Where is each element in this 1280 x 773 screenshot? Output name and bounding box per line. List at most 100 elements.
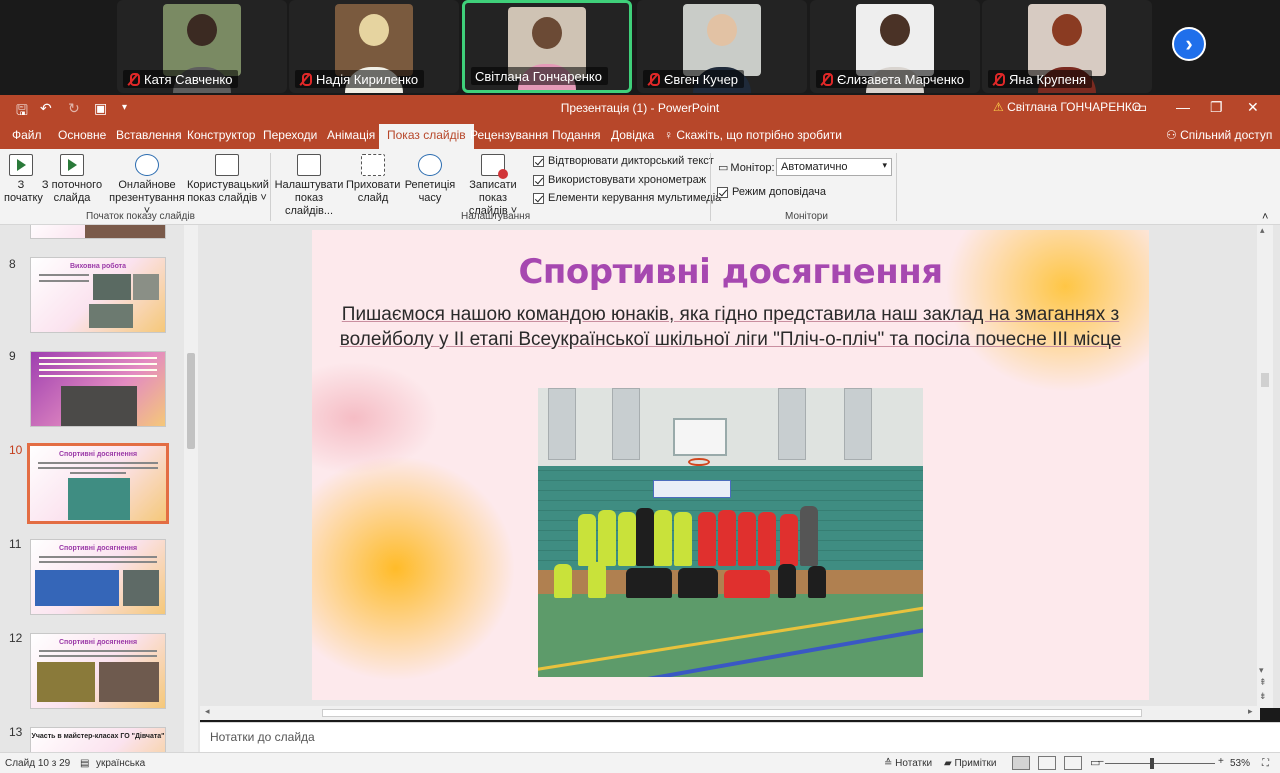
set-up-slide-show-button[interactable]: Налаштувати показ слайдів... [272,154,346,218]
custom-slide-show-button[interactable]: Користувацький показ слайдів ˅ [187,154,269,205]
present-online-button[interactable]: Онлайнове презентування ˅ [108,154,186,218]
zoom-slider[interactable] [1105,763,1215,764]
player [808,566,826,598]
checkbox-label: Використовувати хронометраж [548,174,707,186]
hide-slide-button[interactable]: Приховати слайд [346,154,400,205]
player [778,564,796,598]
photo-window [778,388,806,460]
slide-thumbnail[interactable]: Участь в майстер-класах ГО "Дівчата" [30,727,166,753]
thumbnail-text-line [39,369,157,371]
scrollbar-thumb[interactable] [322,709,1142,717]
tab-insert[interactable]: Вставлення [116,128,182,142]
thumbnail-text-line [39,650,157,652]
close-icon[interactable]: ✕ [1247,99,1259,116]
slide-title[interactable]: Спортивні досягнення [312,252,1149,292]
participant-tile[interactable]: Євген Кучер [637,0,807,93]
participant-tile-active-speaker[interactable]: Світлана Гончаренко [462,0,632,93]
use-timings-checkbox[interactable]: Використовувати хронометраж [533,174,706,186]
scrollbar-thumb[interactable] [1261,373,1269,387]
next-participants-button[interactable]: › [1172,27,1206,61]
tab-transitions[interactable]: Переходи [263,128,317,142]
thumbnail-text-line [39,556,157,558]
participant-head [532,17,562,49]
participant-tile[interactable]: Катя Савченко [117,0,287,93]
thumbnail-text-line [39,274,89,276]
show-media-controls-checkbox[interactable]: Елементи керування мультимедіа [533,192,721,204]
tab-home[interactable]: Основне [58,128,106,142]
tab-design[interactable]: Конструктор [187,128,255,142]
collapse-ribbon-icon[interactable]: ˄ [1262,211,1268,223]
custom-show-icon [215,154,239,176]
spellcheck-icon[interactable]: ▤ [80,758,89,769]
monitor-select[interactable]: Автоматично ▾ [776,158,892,176]
zoom-participant-strip: Катя Савченко Надія Кириленко Світлана Г… [0,0,1280,95]
thumbnail-text-line [38,467,158,469]
scroll-left-icon[interactable]: ◂ [205,706,210,717]
language-indicator[interactable]: українська [96,758,145,769]
slide-thumbnail[interactable]: Спортивні досягнення [30,539,166,615]
slide-horizontal-scrollbar[interactable]: ◂ ▸ [200,706,1260,720]
button-label: Репетиція [404,179,456,191]
notes-pane[interactable]: Нотатки до слайда [200,722,1280,752]
next-slide-icon[interactable]: ⇟ [1259,691,1267,702]
slide-thumbnail[interactable] [30,225,166,239]
player [618,512,636,566]
normal-view-button[interactable] [1012,756,1030,770]
ribbon-display-options-icon[interactable]: ▭ [1134,99,1147,116]
zoom-slider-handle[interactable] [1150,758,1154,769]
current-slide[interactable]: Спортивні досягнення Пишаємося нашою ком… [312,230,1149,700]
button-label: Онлайнове [118,179,176,191]
minimize-icon[interactable]: — [1176,99,1190,115]
tab-file[interactable]: Файл [12,128,42,142]
mic-muted-icon [127,73,140,86]
comments-toggle[interactable]: ▰ Примітки [944,758,996,769]
participant-tile[interactable]: Єлизавета Марченко [810,0,980,93]
slide-sorter-view-button[interactable] [1038,756,1056,770]
tell-me-text: Скажіть, що потрібно зробити [676,128,842,142]
slide-body-text[interactable]: Пишаємося нашою командою юнаків, яка гід… [332,302,1129,352]
play-narrations-checkbox[interactable]: Відтворювати дикторський текст [533,155,714,167]
previous-slide-icon[interactable]: ⇞ [1259,677,1267,688]
scroll-right-icon[interactable]: ▸ [1248,706,1253,717]
notes-toggle[interactable]: ≙ Нотатки [884,758,932,769]
record-slide-show-button[interactable]: Записати показ слайдів ˅ [455,154,531,218]
from-beginning-button[interactable]: Зпочатку [4,154,43,205]
scroll-down-icon[interactable]: ▾ [1259,665,1264,676]
zoom-out-icon[interactable]: – [1098,756,1104,767]
from-current-slide-button[interactable]: З поточного слайда [40,154,104,205]
slide-thumbnail[interactable]: Спортивні досягнення [30,633,166,709]
tell-me-search[interactable]: ♀ Скажіть, що потрібно зробити [664,128,842,142]
notes-placeholder: Нотатки до слайда [210,730,315,744]
presenter-view-checkbox[interactable]: Режим доповідача [717,186,826,198]
zoom-in-icon[interactable]: + [1218,756,1224,767]
slide-thumbnail[interactable] [30,351,166,427]
setup-show-icon [297,154,321,176]
fit-slide-icon[interactable]: ⛶ [1262,758,1269,769]
tab-view[interactable]: Подання [552,128,600,142]
maximize-icon[interactable]: ❐ [1210,99,1223,116]
warning-icon: ⚠ [993,100,1004,114]
rehearse-timings-button[interactable]: Репетиція часу [404,154,456,205]
reading-view-button[interactable] [1064,756,1082,770]
tab-help[interactable]: Довідка [611,128,654,142]
scroll-up-icon[interactable]: ▴ [1260,225,1265,236]
account-info[interactable]: ⚠ Світлана ГОНЧАРЕНКО [993,100,1141,114]
photo-window [548,388,576,460]
team-photo[interactable] [538,388,923,677]
tab-slide-show[interactable]: Показ слайдів [379,124,474,149]
tab-review[interactable]: Рецензування [470,128,548,142]
slide-thumbnail[interactable]: Виховна робота [30,257,166,333]
slide-vertical-scrollbar[interactable]: ▴ ▾ ⇞ ⇟ [1257,225,1273,708]
participant-name: Катя Савченко [144,72,233,87]
ribbon-tabs: Файл Основне Вставлення Конструктор Пере… [0,121,1280,149]
participant-nameplate: Євген Кучер [643,70,745,88]
share-button[interactable]: ⚇ Спільний доступ [1166,128,1272,142]
participant-tile[interactable]: Яна Крупеня [982,0,1152,93]
zoom-level[interactable]: 53% [1230,758,1250,769]
tab-animations[interactable]: Анімація [327,128,375,142]
slide-thumbnail-selected[interactable]: Спортивні досягнення [27,443,169,524]
scrollbar-thumb[interactable] [187,353,195,449]
player [636,508,654,566]
participant-tile[interactable]: Надія Кириленко [289,0,459,93]
thumbnails-scrollbar[interactable] [184,225,198,753]
